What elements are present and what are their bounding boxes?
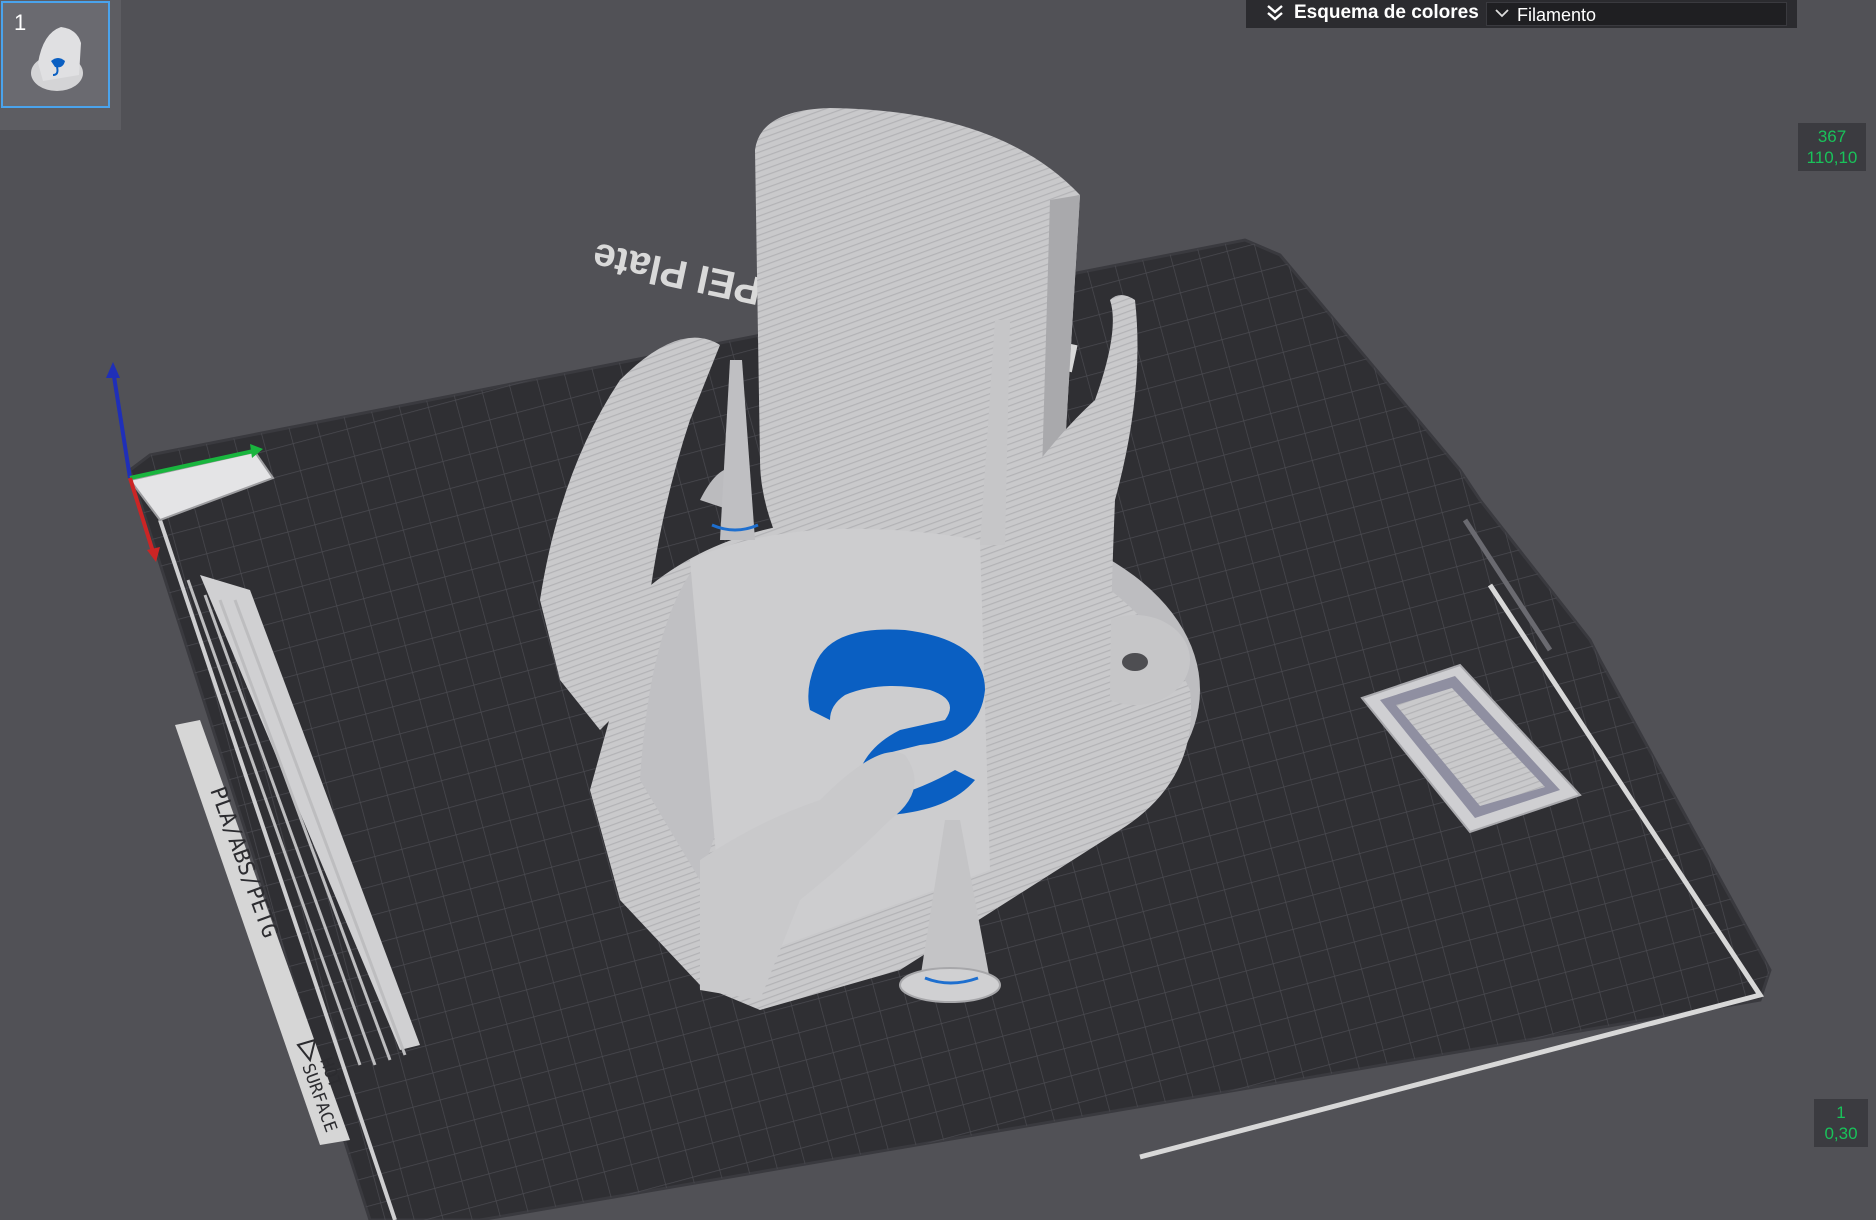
color-scheme-selected: Filamento <box>1517 3 1596 27</box>
plate-number: 1 <box>14 10 26 36</box>
color-scheme-bar: Esquema de colores Filamento <box>1246 0 1797 28</box>
bottom-layer-slider-handle[interactable]: 1 0,30 <box>1814 1099 1868 1147</box>
top-layer-height: 110,10 <box>1804 147 1860 168</box>
color-scheme-dropdown[interactable]: Filamento <box>1486 2 1787 26</box>
top-layer-slider-handle[interactable]: 367 110,10 <box>1798 123 1866 171</box>
plate-list-panel: 1 <box>0 0 121 130</box>
bottom-layer-height: 0,30 <box>1820 1123 1862 1144</box>
double-chevron-down-icon[interactable] <box>1264 3 1286 23</box>
chevron-down-icon <box>1495 5 1509 25</box>
color-scheme-label: Esquema de colores <box>1294 1 1479 25</box>
3d-viewport[interactable]: Bambu Textured PEI Plate PLA/ABS/PETG HO… <box>0 0 1876 1220</box>
bottom-layer-number: 1 <box>1820 1102 1862 1123</box>
top-layer-number: 367 <box>1804 126 1860 147</box>
